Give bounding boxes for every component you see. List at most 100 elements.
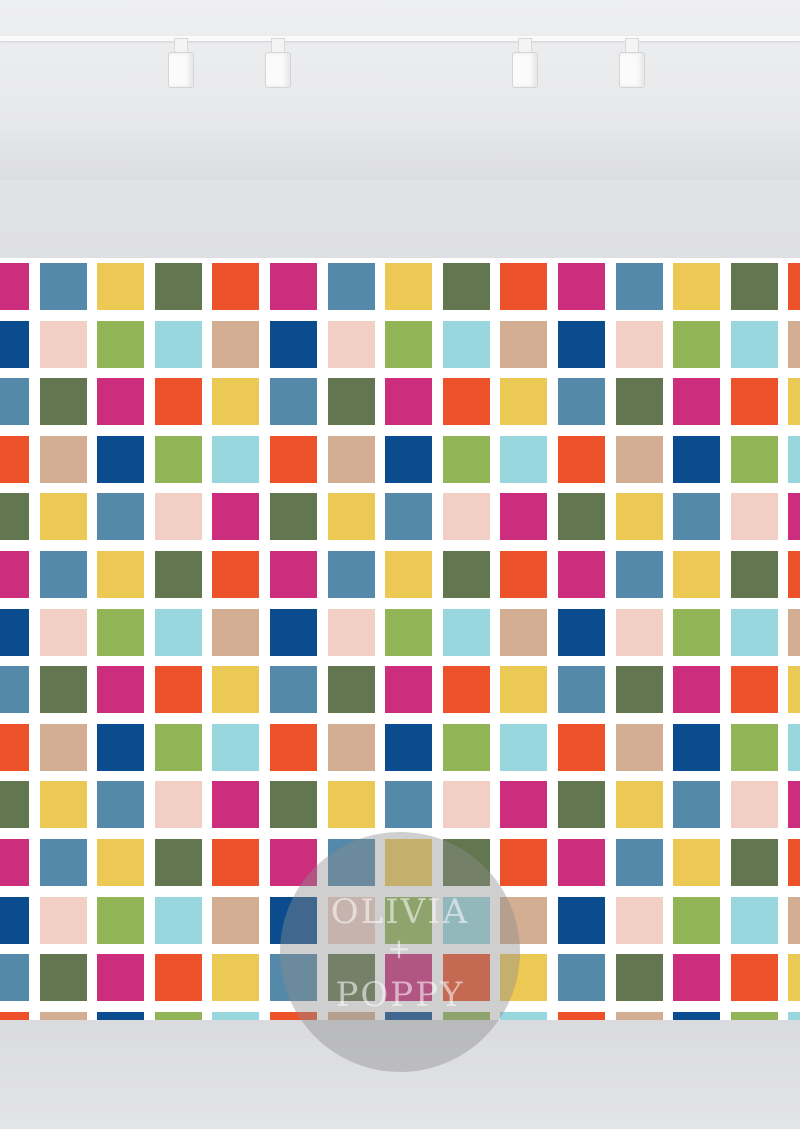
olivia-poppy-watermark: OLIVIA + POPPY: [280, 832, 520, 1072]
pattern-tile: [673, 781, 721, 829]
pattern-tile: [558, 551, 605, 598]
pattern-tile: [500, 723, 548, 771]
pattern-tile: [442, 263, 490, 310]
pattern-tile: [212, 1011, 260, 1020]
pattern-tile: [500, 666, 548, 714]
pattern-tile: [788, 666, 800, 714]
pattern-tile: [327, 608, 375, 656]
pattern-tile: [212, 493, 260, 541]
pattern-tile: [154, 493, 202, 541]
pattern-tile: [558, 954, 605, 1002]
pattern-tile: [327, 320, 375, 368]
pattern-tile: [327, 493, 375, 541]
pattern-tile: [442, 493, 490, 541]
pattern-tile: [0, 263, 29, 310]
track-spotlight: [262, 38, 292, 94]
pattern-tile: [97, 263, 145, 310]
pattern-tile: [97, 896, 145, 944]
pattern-tile: [270, 320, 317, 368]
pattern-tile: [97, 666, 145, 714]
pattern-tile: [212, 666, 260, 714]
pattern-tile: [442, 723, 490, 771]
pattern-tile: [270, 608, 317, 656]
pattern-tile: [730, 954, 778, 1002]
pattern-tile: [500, 378, 548, 426]
pattern-tile: [558, 493, 605, 541]
pattern-tile: [615, 723, 663, 771]
pattern-tile: [730, 378, 778, 426]
pattern-tile: [558, 666, 605, 714]
pattern-tile: [212, 954, 260, 1002]
pattern-tile: [97, 723, 145, 771]
pattern-tile: [212, 551, 260, 598]
pattern-tile: [154, 551, 202, 598]
pattern-tile: [0, 666, 29, 714]
pattern-tile: [385, 493, 433, 541]
pattern-tile: [673, 378, 721, 426]
pattern-tile: [97, 839, 145, 886]
pattern-tile: [673, 320, 721, 368]
pattern-tile: [270, 666, 317, 714]
watermark-line1: OLIVIA: [330, 892, 470, 932]
pattern-tile: [154, 608, 202, 656]
pattern-tile: [615, 896, 663, 944]
pattern-tile: [558, 723, 605, 771]
pattern-tile: [500, 263, 548, 310]
pattern-tile: [385, 435, 433, 483]
pattern-tile: [39, 608, 87, 656]
pattern-tile: [730, 263, 778, 310]
pattern-tile: [97, 1011, 145, 1020]
pattern-tile: [212, 781, 260, 829]
pattern-tile: [615, 320, 663, 368]
pattern-tile: [270, 435, 317, 483]
pattern-tile: [39, 1011, 87, 1020]
pattern-tile: [615, 954, 663, 1002]
pattern-tile: [212, 263, 260, 310]
pattern-tile: [39, 839, 87, 886]
pattern-tile: [154, 378, 202, 426]
pattern-tile: [97, 551, 145, 598]
pattern-tile: [212, 435, 260, 483]
pattern-tile: [385, 723, 433, 771]
pattern-tile: [730, 1011, 778, 1020]
pattern-tile: [97, 378, 145, 426]
pattern-tile: [730, 666, 778, 714]
pattern-tile: [673, 954, 721, 1002]
pattern-tile: [385, 608, 433, 656]
pattern-tile: [730, 320, 778, 368]
pattern-tile: [558, 435, 605, 483]
pattern-tile: [0, 320, 29, 368]
pattern-tile: [788, 608, 800, 656]
pattern-tile: [558, 1011, 605, 1020]
pattern-tile: [97, 954, 145, 1002]
pattern-tile: [673, 263, 721, 310]
pattern-tile: [673, 666, 721, 714]
pattern-tile: [385, 781, 433, 829]
track-spotlight: [509, 38, 539, 94]
pattern-tile: [615, 839, 663, 886]
pattern-tile: [788, 378, 800, 426]
pattern-tile: [154, 896, 202, 944]
pattern-tile: [673, 1011, 721, 1020]
pattern-tile: [500, 839, 548, 886]
pattern-tile: [39, 666, 87, 714]
pattern-tile: [500, 608, 548, 656]
pattern-tile: [788, 723, 800, 771]
watermark-line2: +: [387, 932, 413, 965]
pattern-tile: [730, 608, 778, 656]
pattern-tile: [97, 493, 145, 541]
pattern-tile: [39, 723, 87, 771]
pattern-tile: [39, 781, 87, 829]
pattern-tile: [500, 781, 548, 829]
pattern-tile: [730, 551, 778, 598]
pattern-tile: [788, 839, 800, 886]
pattern-tile: [327, 666, 375, 714]
watermark-line3: POPPY: [335, 975, 465, 1015]
pattern-tile: [154, 435, 202, 483]
pattern-tile: [442, 551, 490, 598]
pattern-tile: [212, 320, 260, 368]
track-spotlight: [616, 38, 646, 94]
pattern-tile: [615, 781, 663, 829]
pattern-tile: [327, 263, 375, 310]
pattern-tile: [327, 723, 375, 771]
